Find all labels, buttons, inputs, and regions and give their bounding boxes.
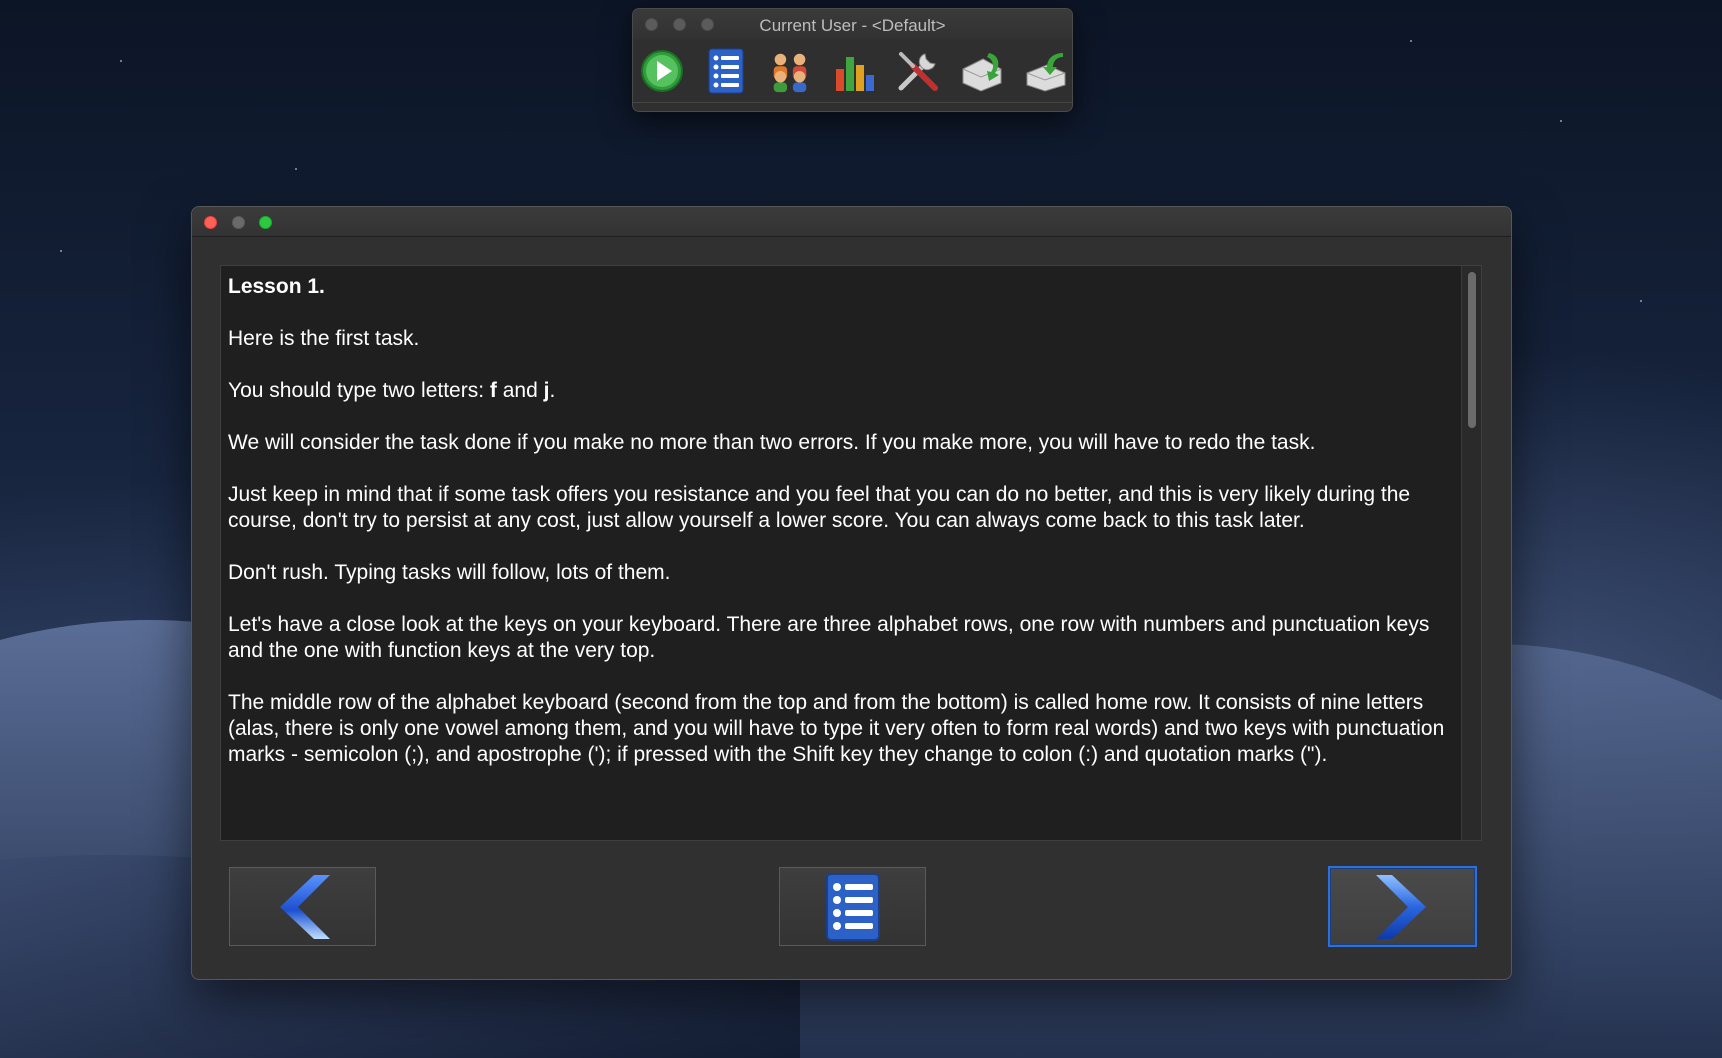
toolbar-window: Current User - <Default> xyxy=(632,8,1073,112)
tools-icon xyxy=(898,52,938,91)
play-icon xyxy=(641,50,683,92)
lesson-paragraph: Don't rush. Typing tasks will follow, lo… xyxy=(228,561,671,584)
zoom-button[interactable] xyxy=(259,216,272,229)
statistics-button[interactable] xyxy=(831,45,877,97)
lessons-list-button[interactable] xyxy=(703,45,749,97)
export-icon xyxy=(1026,53,1066,92)
close-button[interactable] xyxy=(204,216,217,229)
lesson-paragraph: The middle row of the alphabet keyboard … xyxy=(228,691,1445,766)
previous-button[interactable] xyxy=(229,867,376,946)
star xyxy=(120,60,122,62)
settings-button[interactable] xyxy=(895,45,941,97)
scrollbar-thumb[interactable] xyxy=(1468,272,1476,428)
letter-f: f xyxy=(489,379,497,402)
lesson-text-panel[interactable]: Lesson 1. Here is the first task. You sh… xyxy=(220,265,1482,841)
vertical-scrollbar[interactable] xyxy=(1461,266,1481,840)
star xyxy=(1410,40,1412,42)
lesson-paragraph: We will consider the task done if you ma… xyxy=(228,431,1316,454)
lesson-paragraph: You should type two letters: f and j. xyxy=(228,379,556,402)
lesson-paragraph: Let's have a close look at the keys on y… xyxy=(228,613,1430,662)
chevron-left-icon xyxy=(279,874,330,939)
import-button[interactable] xyxy=(959,45,1005,97)
lesson-window: Lesson 1. Here is the first task. You sh… xyxy=(191,206,1512,980)
toolbar-icon-row xyxy=(639,45,1069,105)
lessons-menu-button[interactable] xyxy=(779,867,926,946)
list-icon xyxy=(708,48,744,94)
bar-chart-icon xyxy=(836,57,874,91)
lesson-title: Lesson 1. xyxy=(228,275,325,298)
star xyxy=(1560,120,1562,122)
import-icon xyxy=(962,53,1002,92)
toolbar-title: Current User - <Default> xyxy=(759,16,946,35)
lesson-paragraph: Just keep in mind that if some task offe… xyxy=(228,483,1411,532)
chevron-right-icon xyxy=(1375,874,1426,939)
toolbar-divider xyxy=(633,102,1072,103)
list-icon xyxy=(825,872,880,941)
star xyxy=(295,168,297,170)
users-button[interactable] xyxy=(767,45,813,97)
star xyxy=(60,250,62,252)
lesson-titlebar[interactable] xyxy=(192,207,1511,237)
start-button[interactable] xyxy=(639,45,685,97)
lesson-text: Lesson 1. Here is the first task. You sh… xyxy=(228,274,1458,834)
next-button[interactable] xyxy=(1328,866,1477,947)
export-button[interactable] xyxy=(1023,45,1069,97)
users-icon xyxy=(773,53,807,93)
lesson-paragraph: Here is the first task. xyxy=(228,327,420,350)
minimize-button[interactable] xyxy=(232,216,245,229)
star xyxy=(1640,300,1642,302)
toolbar-titlebar[interactable]: Current User - <Default> xyxy=(633,9,1072,39)
